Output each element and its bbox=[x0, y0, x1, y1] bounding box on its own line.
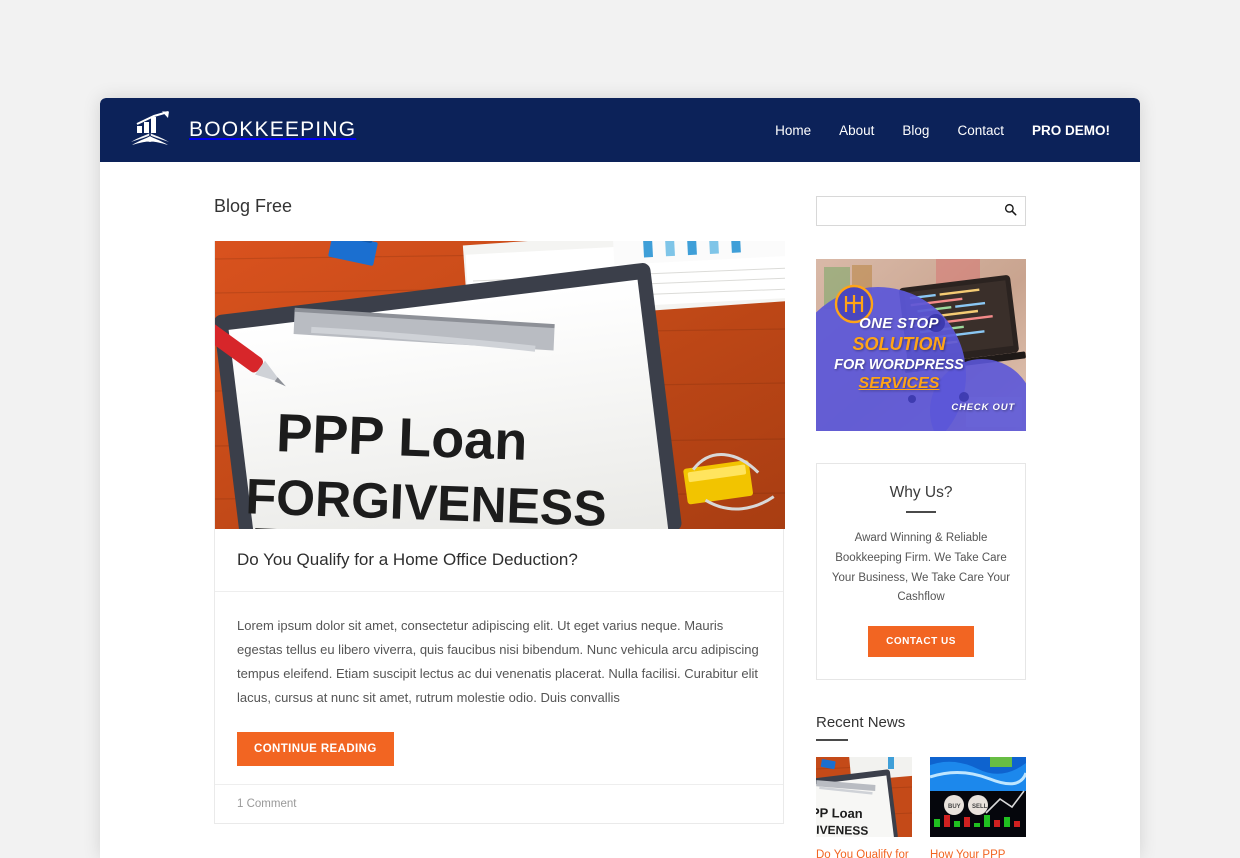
why-us-text: Award Winning & Reliable Bookkeeping Fir… bbox=[831, 532, 1011, 604]
why-us-title: Why Us? bbox=[889, 484, 953, 501]
recent-news-thumbnail[interactable]: PP Loan GIVENESS bbox=[816, 757, 912, 838]
why-us-widget: Why Us? Award Winning & Reliable Bookkee… bbox=[816, 463, 1026, 681]
promo-check-out-button[interactable]: CHECK OUT bbox=[951, 402, 1015, 413]
svg-text:PP Loan: PP Loan bbox=[816, 805, 863, 821]
nav-item-about[interactable]: About bbox=[839, 123, 874, 138]
recent-news-title: Recent News bbox=[816, 714, 906, 732]
promo-banner-ad[interactable]: ONE STOP SOLUTION FOR WORDPRESS SERVICES… bbox=[816, 259, 1026, 431]
recent-news-divider bbox=[816, 739, 848, 742]
promo-line-1: ONE STOP bbox=[859, 315, 939, 332]
post-featured-image[interactable]: PPP Loan FORGIVENESS Ap bbox=[215, 241, 785, 529]
post-card: PPP Loan FORGIVENESS Ap bbox=[214, 241, 785, 825]
site-page-container: BOOKKEEPING Home About Blog Contact PRO … bbox=[100, 98, 1140, 858]
svg-text:BUY: BUY bbox=[948, 804, 961, 810]
post-title-bar: Do You Qualify for a Home Office Deducti… bbox=[215, 529, 783, 593]
post-title[interactable]: Do You Qualify for a Home Office Deducti… bbox=[237, 549, 761, 571]
promo-line-4: SERVICES bbox=[858, 374, 940, 392]
nav-item-contact[interactable]: Contact bbox=[957, 123, 1004, 138]
page-title: Blog Free bbox=[214, 196, 293, 216]
content-area: Blog Free PPP Loan FORGIVENESS Do You Qu… bbox=[100, 162, 1140, 858]
promo-line-3: FOR WORDPRESS bbox=[834, 356, 964, 373]
svg-text:SELL: SELL bbox=[972, 804, 988, 810]
why-us-divider bbox=[906, 511, 936, 513]
site-brand-name: BOOKKEEPING bbox=[189, 118, 357, 141]
post-excerpt: Lorem ipsum dolor sit amet, consectetur … bbox=[237, 618, 759, 706]
post-comment-count[interactable]: 1 Comment bbox=[215, 784, 783, 823]
search-form bbox=[816, 196, 1026, 226]
recent-news-thumbnail[interactable]: BUY SELL bbox=[930, 757, 1026, 838]
recent-news-link[interactable]: How Your PPP Loan May Impact Your Busine… bbox=[930, 847, 1026, 858]
nav-item-blog[interactable]: Blog bbox=[902, 123, 929, 138]
post-body: Lorem ipsum dolor sit amet, consectetur … bbox=[215, 592, 783, 784]
site-header: BOOKKEEPING Home About Blog Contact PRO … bbox=[100, 98, 1140, 162]
nav-item-home[interactable]: Home bbox=[775, 123, 811, 138]
list-item[interactable]: PP Loan GIVENESS Do You Qualify for a Ho… bbox=[816, 757, 912, 858]
promo-headline: ONE STOP SOLUTION FOR WORDPRESS SERVICES bbox=[832, 315, 966, 394]
svg-text:PPP Loan: PPP Loan bbox=[275, 403, 528, 472]
main-content-column: Blog Free PPP Loan FORGIVENESS Do You Qu… bbox=[214, 196, 785, 858]
promo-line-2: SOLUTION bbox=[852, 333, 946, 354]
search-icon bbox=[1004, 203, 1017, 219]
recent-news-widget: Recent News PP Loan GIVENESS Do You Qual… bbox=[816, 714, 1026, 858]
search-submit-button[interactable] bbox=[995, 197, 1025, 225]
search-input[interactable] bbox=[817, 197, 995, 225]
contact-us-button[interactable]: CONTACT US bbox=[868, 626, 974, 658]
site-logo-link[interactable]: BOOKKEEPING bbox=[124, 111, 356, 149]
recent-news-link[interactable]: Do You Qualify for a Home Office Deducti… bbox=[816, 847, 912, 858]
sidebar: ONE STOP SOLUTION FOR WORDPRESS SERVICES… bbox=[816, 196, 1026, 858]
list-item[interactable]: BUY SELL How Your PPP bbox=[930, 757, 1026, 858]
svg-text:GIVENESS: GIVENESS bbox=[816, 823, 868, 837]
nav-item-pro-demo[interactable]: PRO DEMO! bbox=[1032, 123, 1110, 138]
recent-news-list: PP Loan GIVENESS Do You Qualify for a Ho… bbox=[816, 757, 1026, 858]
continue-reading-button[interactable]: CONTINUE READING bbox=[237, 732, 394, 767]
main-navigation: Home About Blog Contact PRO DEMO! bbox=[775, 123, 1110, 138]
bar-chart-book-logo-icon bbox=[124, 111, 176, 149]
